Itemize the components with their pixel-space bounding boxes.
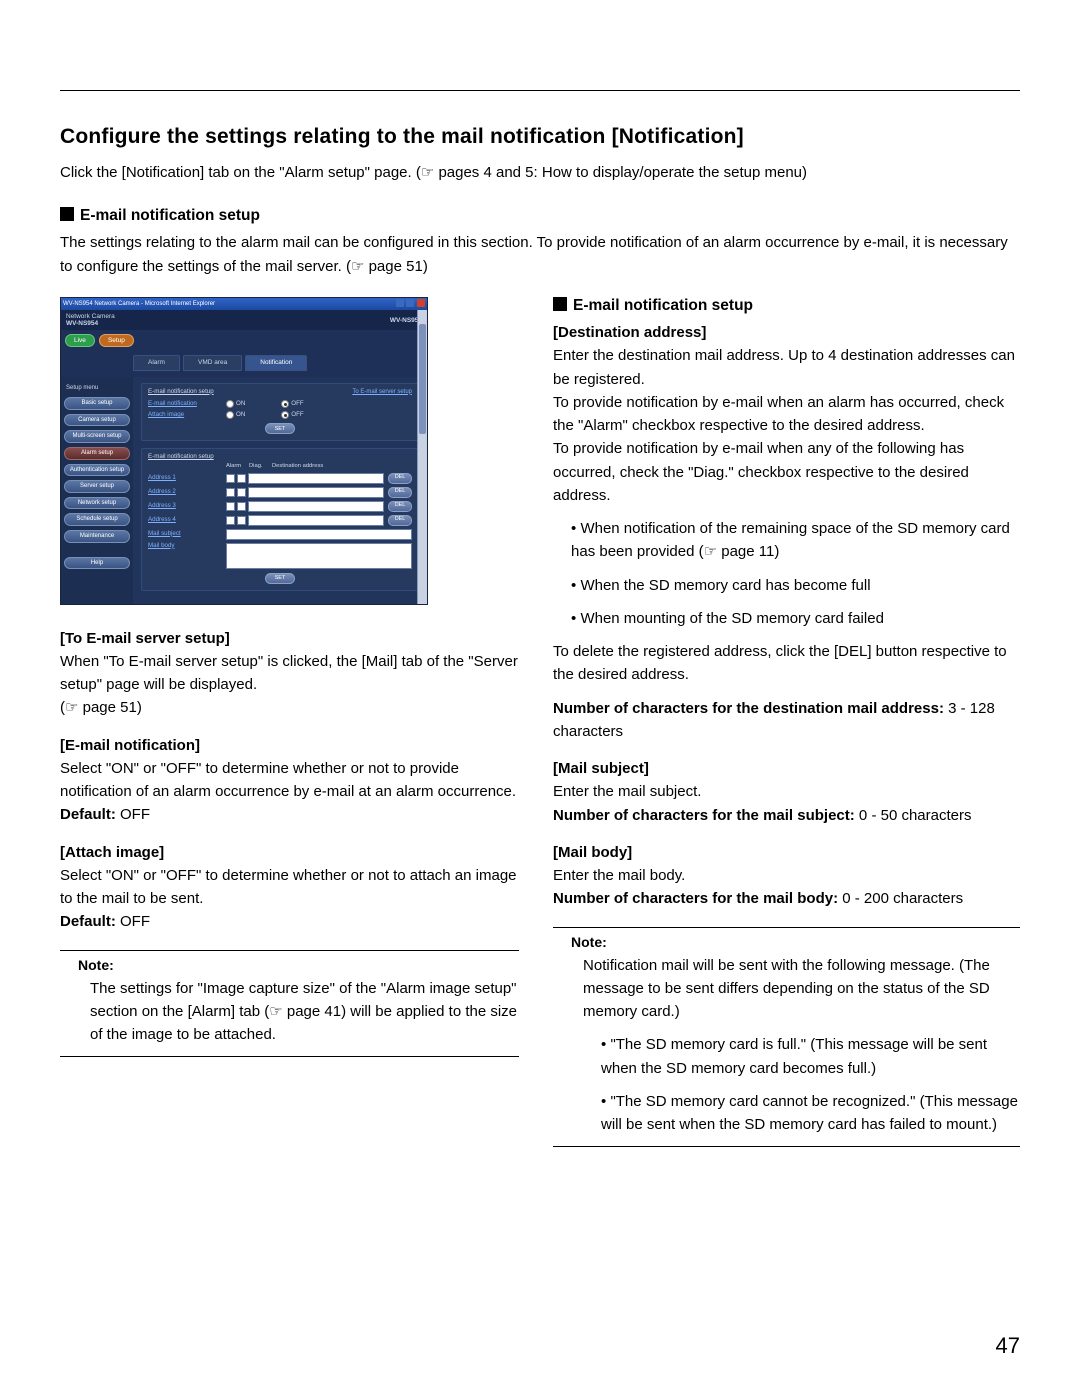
- address3-alarm-checkbox[interactable]: [226, 502, 235, 511]
- address4-alarm-checkbox[interactable]: [226, 516, 235, 525]
- address1-alarm-checkbox[interactable]: [226, 474, 235, 483]
- address2-del-button[interactable]: DEL: [388, 487, 412, 498]
- attach-image-text: Select "ON" or "OFF" to determine whethe…: [60, 867, 517, 907]
- email-notification-group: E-mail notification setup To E-mail serv…: [141, 383, 419, 442]
- section-body: The settings relating to the alarm mail …: [60, 231, 1020, 279]
- square-bullet-icon: [553, 297, 567, 311]
- address4-label[interactable]: Address 4: [148, 517, 226, 524]
- scrollbar[interactable]: [417, 310, 427, 604]
- to-email-server-ref: (☞ page 51): [60, 699, 142, 716]
- address3-input[interactable]: [248, 501, 384, 512]
- attach-on-radio[interactable]: ON: [226, 411, 245, 419]
- sidebar-item-maintenance[interactable]: Maintenance: [64, 530, 130, 543]
- setup-button[interactable]: Setup: [99, 334, 134, 347]
- intro-text: Click the [Notification] tab on the "Ala…: [60, 161, 1020, 185]
- set-button-2[interactable]: SET: [265, 573, 295, 584]
- app-header: Network Camera WV-NS954 WV-NS954: [61, 310, 427, 330]
- sidebar-item-server[interactable]: Server setup: [64, 480, 130, 493]
- mail-body-input[interactable]: [226, 543, 412, 569]
- email-on-radio[interactable]: ON: [226, 400, 245, 408]
- attach-off-radio[interactable]: OFF: [281, 411, 303, 419]
- sidebar: Setup menu Basic setup Camera setup Mult…: [61, 377, 133, 604]
- mail-body-label[interactable]: Mail body: [148, 543, 226, 550]
- mail-subject-input[interactable]: [226, 529, 412, 540]
- sidebar-item-auth[interactable]: Authentication setup: [64, 464, 130, 477]
- set-button[interactable]: SET: [265, 423, 295, 434]
- note-block-left: Note: The settings for "Image capture si…: [60, 950, 519, 1058]
- to-email-server-text: When "To E-mail server setup" is clicked…: [60, 653, 518, 693]
- destination-group: E-mail notification setup Alarm Diag. De…: [141, 448, 419, 590]
- email-notification-heading: [E-mail notification]: [60, 737, 200, 754]
- attach-image-label[interactable]: Attach image: [148, 412, 226, 419]
- window-buttons: [395, 299, 425, 310]
- sidebar-item-help[interactable]: Help: [64, 557, 130, 570]
- sidebar-item-alarm[interactable]: Alarm setup: [64, 447, 130, 460]
- address1-label[interactable]: Address 1: [148, 475, 226, 482]
- address1-del-button[interactable]: DEL: [388, 473, 412, 484]
- address4-input[interactable]: [248, 515, 384, 526]
- address2-alarm-checkbox[interactable]: [226, 488, 235, 497]
- destination-address-heading: [Destination address]: [553, 324, 706, 341]
- minimize-icon[interactable]: [396, 299, 404, 307]
- bullet-2: • When the SD memory card has become ful…: [553, 574, 1020, 597]
- address2-label[interactable]: Address 2: [148, 489, 226, 496]
- tab-alarm[interactable]: Alarm: [133, 355, 180, 370]
- address2-input[interactable]: [248, 487, 384, 498]
- mail-subject-label[interactable]: Mail subject: [148, 531, 226, 538]
- sidebar-item-schedule[interactable]: Schedule setup: [64, 513, 130, 526]
- right-section-heading: E-mail notification setup: [553, 297, 1020, 315]
- tab-vmd-area[interactable]: VMD area: [183, 355, 242, 370]
- address3-label[interactable]: Address 3: [148, 503, 226, 510]
- address3-diag-checkbox[interactable]: [237, 502, 246, 511]
- bullet-1: • When notification of the remaining spa…: [553, 517, 1020, 564]
- mail-subject-heading: [Mail subject]: [553, 760, 649, 777]
- email-notification-label[interactable]: E-mail notification: [148, 401, 226, 408]
- note-bullet-1: • "The SD memory card is full." (This me…: [553, 1033, 1020, 1080]
- address4-del-button[interactable]: DEL: [388, 515, 412, 526]
- window-titlebar: WV-NS954 Network Camera - Microsoft Inte…: [61, 298, 427, 310]
- address2-diag-checkbox[interactable]: [237, 488, 246, 497]
- attach-image-heading: [Attach image]: [60, 844, 164, 861]
- note-bullet-2: • "The SD memory card cannot be recogniz…: [553, 1090, 1020, 1137]
- note-block-right: Note: Notification mail will be sent wit…: [553, 927, 1020, 1148]
- close-icon[interactable]: [417, 299, 425, 307]
- address4-diag-checkbox[interactable]: [237, 516, 246, 525]
- sidebar-item-basic[interactable]: Basic setup: [64, 397, 130, 410]
- page-title: Configure the settings relating to the m…: [60, 125, 1020, 149]
- live-button[interactable]: Live: [65, 334, 95, 347]
- sidebar-item-camera[interactable]: Camera setup: [64, 414, 130, 427]
- email-off-radio[interactable]: OFF: [281, 400, 303, 408]
- sidebar-item-network[interactable]: Network setup: [64, 497, 130, 510]
- email-notification-text: Select "ON" or "OFF" to determine whethe…: [60, 760, 516, 800]
- address1-input[interactable]: [248, 473, 384, 484]
- bullet-3: • When mounting of the SD memory card fa…: [553, 607, 1020, 630]
- to-email-server-link[interactable]: To E-mail server setup: [352, 389, 412, 398]
- address1-diag-checkbox[interactable]: [237, 474, 246, 483]
- to-email-server-heading: [To E-mail server setup]: [60, 630, 230, 647]
- maximize-icon[interactable]: [406, 299, 414, 307]
- settings-screenshot: WV-NS954 Network Camera - Microsoft Inte…: [60, 297, 428, 605]
- square-bullet-icon: [60, 207, 74, 221]
- section-heading: E-mail notification setup: [60, 207, 1020, 225]
- tab-notification[interactable]: Notification: [245, 355, 307, 370]
- address3-del-button[interactable]: DEL: [388, 501, 412, 512]
- sidebar-item-multiscreen[interactable]: Multi-screen setup: [64, 430, 130, 443]
- page-number: 47: [996, 1333, 1020, 1359]
- mail-body-heading: [Mail body]: [553, 844, 632, 861]
